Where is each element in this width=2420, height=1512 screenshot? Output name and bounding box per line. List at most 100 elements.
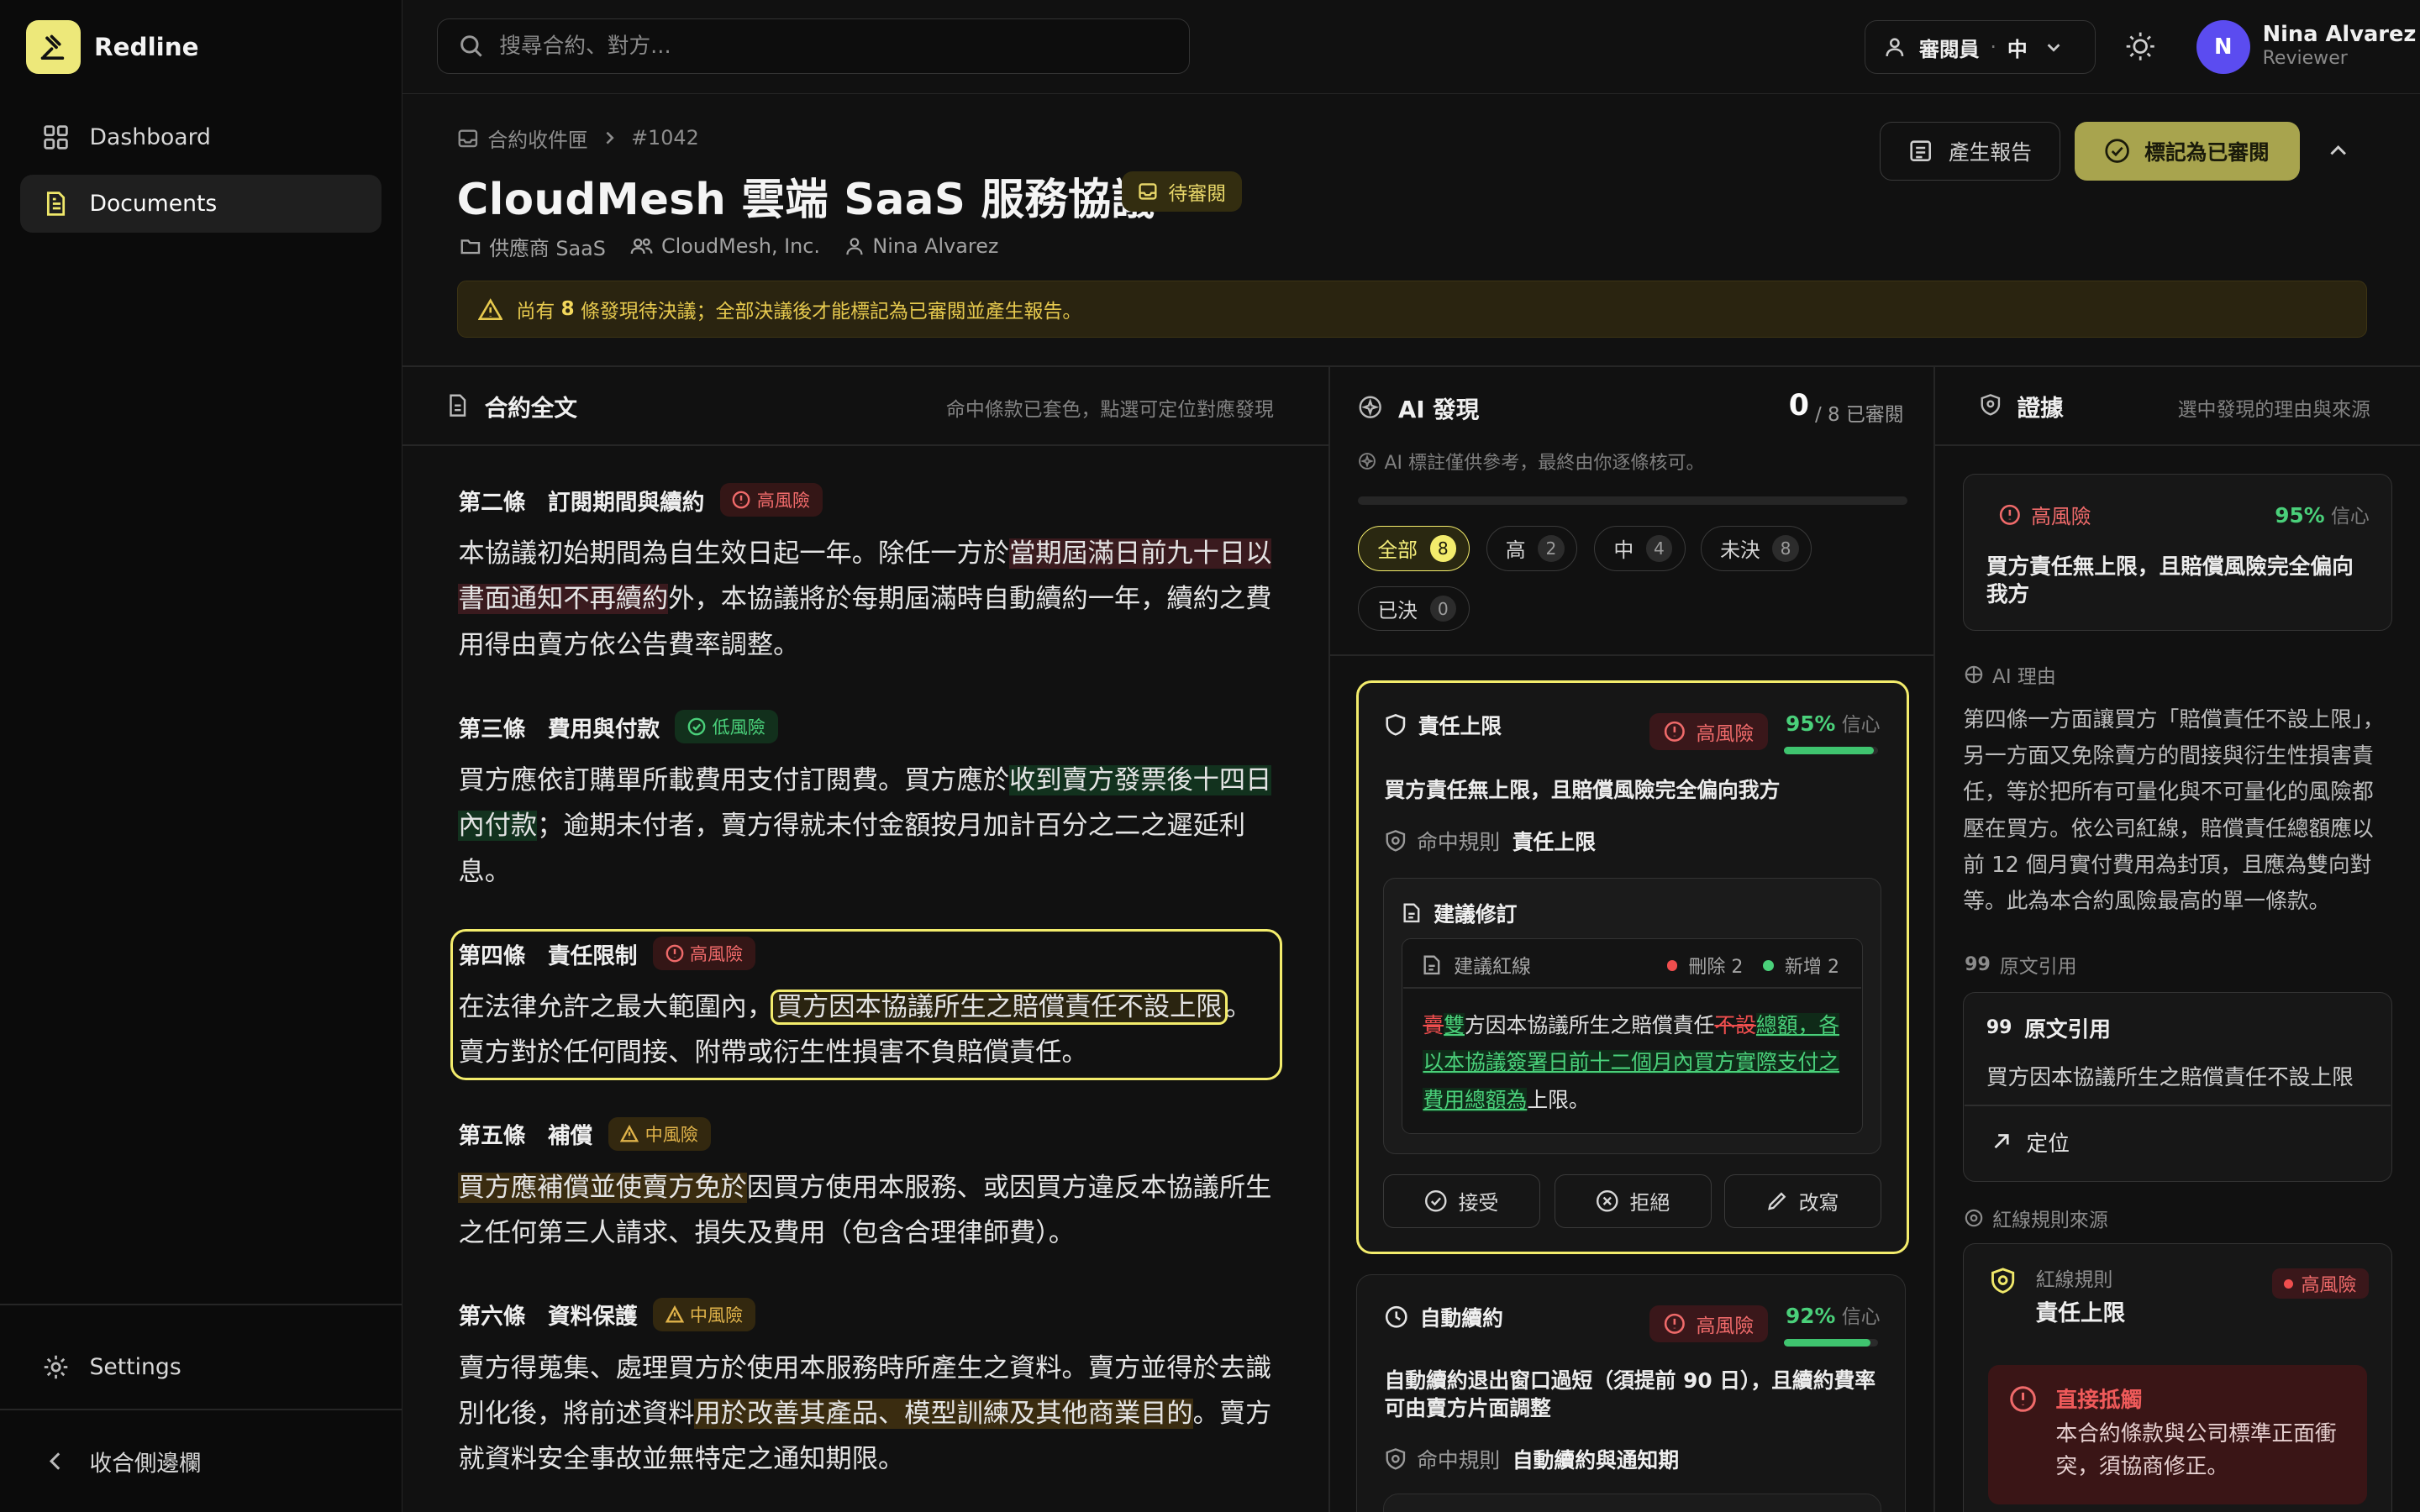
added-dot-icon	[1763, 959, 1775, 971]
clause-highlight[interactable]: 買方應補償並使賣方免於	[458, 1172, 747, 1203]
unchanged-text: 方因本協議所生之賠償責任	[1464, 1013, 1715, 1038]
search-icon	[459, 34, 483, 58]
quote-label-text: 原文引用	[1999, 956, 2077, 979]
quote-title-label: 原文引用	[2024, 1016, 2112, 1042]
risk-label: 高風險	[689, 943, 744, 965]
sparkle-icon	[1358, 452, 1376, 470]
conflict-title: 直接抵觸	[2055, 1387, 2143, 1413]
sparkle-icon	[1358, 395, 1382, 419]
filter-label: 中	[1613, 538, 1634, 563]
divider	[1330, 654, 1936, 656]
alert-circle-icon	[2009, 1385, 2037, 1413]
clock-icon	[1385, 1305, 1420, 1329]
accept-label: 接受	[1458, 1191, 1499, 1215]
clause-text: 本協議初始期間為自生效日起一年。除任一方於當期屆滿日前九十日以書面通知不再續約外…	[458, 531, 1273, 668]
risk-label: 低風險	[712, 717, 765, 738]
pending-findings-banner: 尚有 8 條發現待決議；全部決議後才能標記為已審閱並產生報告。	[456, 281, 2368, 339]
locate-button[interactable]: 定位	[1991, 1126, 2070, 1158]
search-input[interactable]	[499, 34, 1148, 60]
filter-unresolved[interactable]: 未決 8	[1701, 526, 1812, 571]
risk-badge-high: 高風險	[1649, 1305, 1768, 1342]
ai-disclaimer-text: AI 標註僅供參考，最終由你逐條核可。	[1384, 452, 1705, 474]
quote-text: 買方因本協議所生之賠償責任不設上限	[1986, 1064, 2354, 1090]
reject-button[interactable]: 拒絕	[1554, 1173, 1712, 1228]
ai-disclaimer: AI 標註僅供參考，最終由你逐條核可。	[1358, 448, 1705, 475]
brand[interactable]: Redline	[26, 19, 199, 75]
matched-rule: 命中規則 責任上限	[1385, 826, 1596, 856]
evidence-panel-title: 證據	[1980, 389, 2064, 423]
clause-text-plain: 買方應依訂購單所載費用支付訂閱費。買方應於	[458, 764, 1010, 795]
finding-summary: 買方責任無上限，且賠償風險完全偏向我方	[1384, 777, 1781, 802]
user-icon	[1884, 36, 1906, 58]
role-level: 中	[2007, 37, 2028, 61]
rewrite-button[interactable]: 改寫	[1723, 1173, 1881, 1228]
collapse-sidebar-label: 收合側邊欄	[89, 1450, 202, 1477]
sidebar-item-settings[interactable]: Settings	[20, 1337, 381, 1396]
review-progress-bar	[1358, 496, 1908, 505]
confidence-label: 信心	[1841, 1306, 1881, 1329]
divider	[1933, 365, 1936, 1512]
risk-badge-high: 高風險	[2271, 1268, 2370, 1299]
collapse-sidebar-button[interactable]: 收合側邊欄	[20, 1431, 381, 1490]
risk-badge-high: 高風險	[652, 936, 755, 971]
theme-toggle-icon[interactable]	[2123, 29, 2157, 63]
rule-source-label-text: 紅線規則來源	[1992, 1209, 2108, 1231]
filter-label: 已決	[1377, 599, 1418, 623]
deleted-text: 賣	[1423, 1013, 1444, 1038]
divider	[1935, 444, 2420, 446]
meta-category-label: 供應商 SaaS	[489, 236, 606, 260]
conflict-text: 本合約條款與公司標準正面衝突，須協商修正。	[2055, 1420, 2337, 1479]
filter-medium[interactable]: 中4	[1594, 526, 1686, 571]
contract-title-label: 合約全文	[484, 394, 577, 422]
unchanged-text: 上限。	[1527, 1087, 1590, 1112]
risk-label: 高風險	[1696, 722, 1754, 745]
quote-icon: 99	[1965, 953, 1991, 975]
divider	[402, 444, 1331, 446]
filter-high[interactable]: 高2	[1486, 526, 1578, 571]
confidence-label: 信心	[1841, 714, 1881, 737]
sidebar-item-documents[interactable]: Documents	[19, 174, 381, 234]
filter-all[interactable]: 全部 8	[1358, 526, 1470, 571]
confidence-value: 92% 信心	[1786, 1300, 1881, 1329]
sidebar: Redline Dashboard Documents Settings 收合側…	[0, 0, 403, 1512]
finding-category-label: 責任上限	[1418, 713, 1502, 738]
filter-count: 4	[1645, 535, 1673, 562]
inbox-icon	[1138, 181, 1158, 202]
deleted-dot-icon	[1666, 959, 1678, 971]
avatar[interactable]: N	[2196, 19, 2250, 75]
divider	[1965, 1105, 2391, 1106]
deleted-text: 不設	[1714, 1013, 1756, 1038]
clause-text-plain: 在法律允許之最大範圍內，	[458, 991, 774, 1022]
clause-text: 買方應補償並使賣方免於因買方使用本服務、或因買方違反本協議所生之任何第三人請求、…	[458, 1165, 1273, 1257]
breadcrumb-inbox-link[interactable]: 合約收件匣	[487, 123, 587, 153]
clause-heading-label: 第五條 補償	[458, 1123, 593, 1150]
breadcrumb: 合約收件匣 #1042	[457, 123, 699, 153]
divider	[1402, 987, 1862, 990]
chevron-up-icon[interactable]	[2326, 139, 2350, 163]
risk-badge-high: 高風險	[1649, 712, 1768, 750]
mark-reviewed-button[interactable]: 標記為已審閱	[2074, 122, 2300, 181]
meta-category: 供應商 SaaS	[460, 232, 606, 261]
chevron-left-icon	[42, 1447, 70, 1475]
risk-badge-high: 高風險	[719, 482, 823, 517]
quote-icon: 99	[1986, 1016, 2012, 1038]
reviewed-total: / 8 已審閱	[1814, 403, 1904, 426]
shield-check-icon	[1385, 829, 1418, 853]
risk-badge-medium: 中風險	[652, 1297, 755, 1332]
risk-badge-low: 低風險	[675, 709, 778, 744]
role-selector[interactable]: 審閱員 · 中	[1864, 19, 2096, 75]
filter-resolved[interactable]: 已決 0	[1358, 585, 1470, 632]
shield-search-icon	[1965, 1209, 1992, 1227]
pencil-icon	[1766, 1190, 1799, 1212]
accept-button[interactable]: 接受	[1382, 1173, 1540, 1228]
clause-highlight[interactable]: 用於改善其產品、模型訓練及其他商業目的	[694, 1398, 1193, 1429]
sidebar-item-dashboard[interactable]: Dashboard	[20, 108, 381, 167]
ai-reason-label-text: AI 理由	[1992, 666, 2056, 689]
generate-report-button[interactable]: 產生報告	[1880, 122, 2060, 181]
ai-reason-label: AI 理由	[1965, 660, 2056, 689]
search-box[interactable]	[436, 18, 1191, 75]
clause-highlight-selected[interactable]: 買方因本協議所生之賠償責任不設上限	[771, 989, 1228, 1025]
shield-icon	[1385, 713, 1418, 737]
confidence-bar	[1784, 1339, 1879, 1347]
user-role: Reviewer	[2262, 47, 2348, 69]
